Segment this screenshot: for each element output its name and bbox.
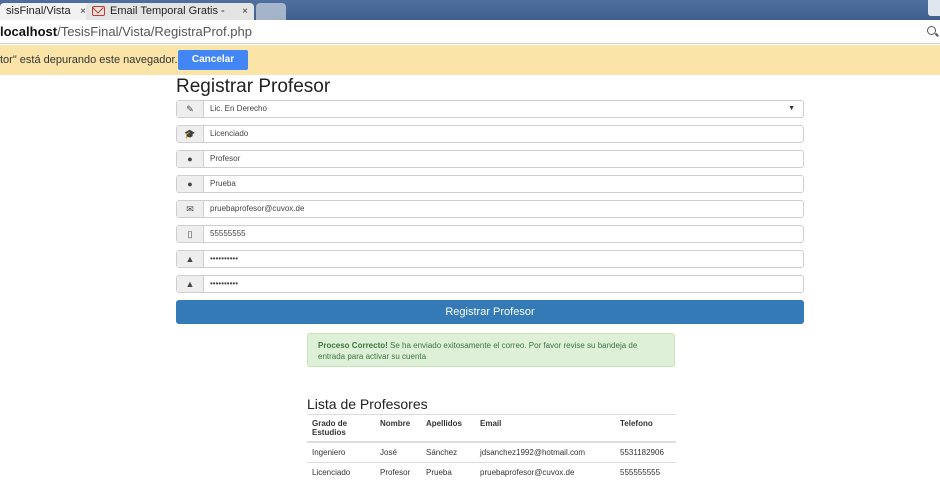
cell-lastname: Prueba (421, 463, 475, 482)
cell-email: pruebaprofesor@cuvox.de (475, 463, 615, 482)
cell-phone: 5531182906 (615, 442, 676, 463)
grade-value: Licenciado (210, 126, 248, 142)
user-icon: ● (177, 151, 204, 167)
address-bar[interactable]: localhost/TesisFinal/Vista/RegistraProf.… (0, 20, 940, 44)
table-row: Licenciado Profesor Prueba pruebaprofeso… (307, 463, 676, 482)
debug-message: tor" está depurando este navegador. (0, 54, 178, 66)
graduation-cap-icon: 🎓 (177, 126, 204, 142)
new-tab-button[interactable] (256, 3, 286, 20)
tab-tesis[interactable]: sisFinal/Vista × (0, 3, 92, 20)
tab-label: Email Temporal Gratis - (110, 5, 225, 17)
list-title: Lista de Profesores (307, 396, 428, 412)
col-email: Email (475, 415, 615, 443)
cell-lastname: Sánchez (421, 442, 475, 463)
phone-icon: ▯ (177, 226, 204, 242)
envelope-icon: ✉ (177, 201, 204, 217)
password-value: •••••••••• (210, 251, 238, 267)
url-host: localhost (0, 24, 57, 39)
lock-icon: ▲ (177, 251, 204, 267)
page-title: Registrar Profesor (176, 76, 330, 98)
table-header-row: Grado de Estudios Nombre Apellidos Email… (307, 415, 676, 443)
email-field[interactable]: ✉ pruebaprofesor@cuvox.de (176, 200, 804, 218)
cell-phone: 555555555 (615, 463, 676, 482)
cell-grade: Ingeniero (307, 442, 375, 463)
phone-value: 55555555 (210, 226, 246, 242)
confirm-password-value: •••••••••• (210, 276, 238, 292)
confirm-password-field[interactable]: ▲ •••••••••• (176, 275, 804, 293)
lock-icon: ▲ (177, 276, 204, 292)
success-alert: Proceso Correcto! Se ha enviado exitosam… (307, 333, 675, 367)
last-name-field[interactable]: ● Prueba (176, 175, 804, 193)
col-name: Nombre (375, 415, 421, 443)
cell-name: José (375, 442, 421, 463)
first-name-field[interactable]: ● Profesor (176, 150, 804, 168)
tab-bar: sisFinal/Vista × Email Temporal Gratis -… (0, 0, 940, 20)
user-icon: ● (177, 176, 204, 192)
col-grade: Grado de Estudios (307, 415, 375, 443)
register-professor-button[interactable]: Registrar Profesor (176, 300, 804, 324)
debug-infobar: tor" está depurando este navegador. Canc… (0, 45, 940, 75)
grade-field[interactable]: 🎓 Licenciado (176, 125, 804, 143)
cancel-button[interactable]: Cancelar (178, 50, 248, 70)
close-icon[interactable]: × (242, 3, 248, 20)
password-field[interactable]: ▲ •••••••••• (176, 250, 804, 268)
email-value: pruebaprofesor@cuvox.de (210, 201, 304, 217)
cell-grade: Licenciado (307, 463, 375, 482)
window-button[interactable] (928, 0, 940, 16)
degree-value: Lic. En Derecho (210, 101, 267, 117)
tab-email-temporal[interactable]: Email Temporal Gratis - × (86, 3, 254, 20)
url-path: /TesisFinal/Vista/RegistraProf.php (57, 24, 252, 39)
alert-strong: Proceso Correcto! (318, 341, 388, 350)
degree-select[interactable]: ✎ Lic. En Derecho ▼ (176, 100, 804, 118)
tab-label: sisFinal/Vista (6, 5, 71, 17)
mail-icon (92, 6, 105, 16)
table-row: Ingeniero José Sánchez jdsanchez1992@hot… (307, 442, 676, 463)
col-lastname: Apellidos (421, 415, 475, 443)
pencil-icon: ✎ (177, 101, 204, 117)
cell-email: jdsanchez1992@hotmail.com (475, 442, 615, 463)
phone-field[interactable]: ▯ 55555555 (176, 225, 804, 243)
col-phone: Telefono (615, 415, 676, 443)
last-name-value: Prueba (210, 176, 236, 192)
zoom-icon[interactable] (927, 26, 936, 35)
first-name-value: Profesor (210, 151, 240, 167)
caret-down-icon: ▼ (788, 101, 795, 117)
cell-name: Profesor (375, 463, 421, 482)
